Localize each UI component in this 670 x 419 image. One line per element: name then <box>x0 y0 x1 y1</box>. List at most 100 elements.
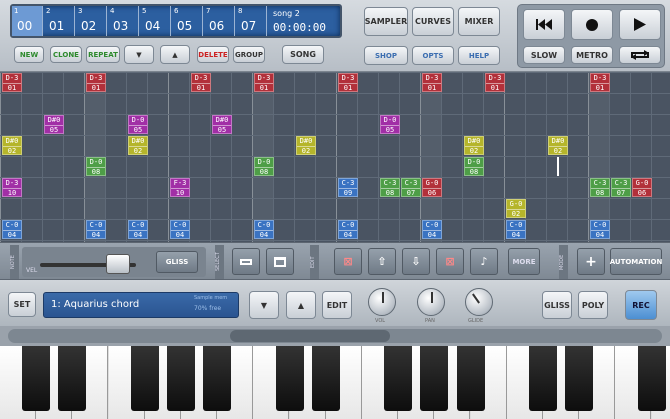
instrument-up-button[interactable]: ▲ <box>286 291 316 319</box>
set-button[interactable]: SET <box>8 292 36 317</box>
pattern-slot-3[interactable]: 3 02 <box>76 6 107 36</box>
keyboard-scroll-strip[interactable] <box>0 326 670 346</box>
volume-knob[interactable] <box>368 288 396 316</box>
note-cell[interactable]: D-0 08 <box>254 157 274 176</box>
pattern-slot-6[interactable]: 6 05 <box>172 6 203 36</box>
black-key[interactable] <box>130 346 159 411</box>
note-cell[interactable]: D#0 02 <box>128 136 148 155</box>
black-key[interactable] <box>384 346 413 411</box>
note-cell[interactable]: D#0 02 <box>464 136 484 155</box>
shop-button[interactable]: SHOP <box>364 46 408 65</box>
note-cell[interactable]: D-0 05 <box>128 115 148 134</box>
note-cell[interactable]: D-3 01 <box>590 73 610 92</box>
help-button[interactable]: HELP <box>458 46 500 65</box>
pattern-slot-5[interactable]: 5 04 <box>140 6 171 36</box>
black-key[interactable] <box>529 346 557 411</box>
note-cell[interactable]: C-3 07 <box>401 178 421 197</box>
delete-button[interactable]: DELETE <box>197 46 229 63</box>
slow-button[interactable]: SLOW <box>523 46 565 64</box>
black-key[interactable] <box>456 346 485 411</box>
automation-button[interactable]: AUTOMATION <box>610 248 662 275</box>
black-key[interactable] <box>311 346 340 411</box>
pattern-slot-4[interactable]: 4 03 <box>108 6 139 36</box>
note-cell[interactable]: D#0 02 <box>2 136 22 155</box>
note-cell[interactable]: C-0 04 <box>170 220 190 239</box>
select-all-button[interactable] <box>266 248 294 275</box>
note-cell[interactable]: C-0 04 <box>86 220 106 239</box>
note-cell[interactable]: D#0 02 <box>548 136 568 155</box>
pattern-slot-7[interactable]: 7 06 <box>204 6 235 36</box>
rewind-button[interactable] <box>523 9 565 40</box>
note-cell[interactable]: D-3 01 <box>338 73 358 92</box>
note-cell[interactable]: D-3 01 <box>86 73 106 92</box>
copy-button[interactable]: ⇧ <box>368 248 396 275</box>
note-cell[interactable]: C-0 04 <box>506 220 526 239</box>
note-cell[interactable]: D-3 01 <box>422 73 442 92</box>
gliss-toggle[interactable]: GLISS <box>156 251 198 273</box>
select-row-button[interactable] <box>232 248 260 275</box>
black-key[interactable] <box>637 346 666 411</box>
note-cell[interactable]: C-3 09 <box>338 178 358 197</box>
note-cell[interactable]: G-0 06 <box>422 178 442 197</box>
more-button[interactable]: MORE <box>508 248 540 275</box>
move-down-button[interactable]: ▼ <box>124 45 154 64</box>
black-key[interactable] <box>565 346 594 411</box>
note-cell[interactable]: G-0 06 <box>632 178 652 197</box>
note-cell[interactable]: C-0 04 <box>128 220 148 239</box>
note-cell[interactable]: D#0 02 <box>296 136 316 155</box>
mixer-button[interactable]: MIXER <box>458 7 500 36</box>
note-cell[interactable]: C-0 04 <box>422 220 442 239</box>
black-key[interactable] <box>420 346 449 411</box>
metro-button[interactable]: METRO <box>571 46 613 64</box>
glide-knob[interactable] <box>465 288 493 316</box>
repeat-button[interactable]: REPEAT <box>86 46 120 63</box>
note-cell[interactable]: D#0 05 <box>44 115 64 134</box>
song-button[interactable]: SONG <box>282 45 324 64</box>
instrument-selector[interactable]: 1: Aquarius chord Sample mem 70% free <box>43 292 239 318</box>
cut-button[interactable]: ⊠ <box>334 248 362 275</box>
note-cell[interactable]: C-3 07 <box>611 178 631 197</box>
pan-knob[interactable] <box>417 288 445 316</box>
black-key[interactable] <box>22 346 51 411</box>
curves-button[interactable]: CURVES <box>412 7 454 36</box>
instrument-down-button[interactable]: ▼ <box>249 291 279 319</box>
stop-button[interactable] <box>571 9 613 40</box>
note-cell[interactable]: C-3 08 <box>590 178 610 197</box>
record-button[interactable]: REC <box>625 290 657 320</box>
group-button[interactable]: GROUP <box>233 46 265 63</box>
opts-button[interactable]: OPTS <box>412 46 454 65</box>
play-button[interactable] <box>619 9 661 40</box>
note-cell[interactable]: D-3 01 <box>191 73 211 92</box>
pattern-slot-8[interactable]: 8 07 <box>236 6 267 36</box>
note-cell[interactable]: D-3 01 <box>254 73 274 92</box>
note-cell[interactable]: G-0 02 <box>506 199 526 218</box>
note-cell[interactable]: C-0 04 <box>2 220 22 239</box>
note-cell[interactable]: D-0 08 <box>464 157 484 176</box>
velocity-slider-handle[interactable] <box>106 254 130 274</box>
note-cell[interactable]: C-0 04 <box>590 220 610 239</box>
pattern-slot-2[interactable]: 2 01 <box>44 6 75 36</box>
note-cell[interactable]: C-0 04 <box>338 220 358 239</box>
note-cell[interactable]: D-3 10 <box>2 178 22 197</box>
black-key[interactable] <box>167 346 195 411</box>
note-cell[interactable]: D-3 01 <box>485 73 505 92</box>
sequencer-grid[interactable]: D-3 01 D-3 01 D-3 01 D-3 01 D-3 01 D-3 01 D-3 0… <box>0 72 670 242</box>
pattern-slot-1[interactable]: 1 00 <box>12 6 43 36</box>
move-up-button[interactable]: ▲ <box>160 45 190 64</box>
note-cell[interactable]: C-3 08 <box>380 178 400 197</box>
paste-button[interactable]: ⇩ <box>402 248 430 275</box>
sampler-button[interactable]: SAMPLER <box>364 7 408 36</box>
black-key[interactable] <box>58 346 87 411</box>
black-key[interactable] <box>203 346 232 411</box>
note-cell[interactable]: D#0 05 <box>212 115 232 134</box>
transpose-button[interactable]: ♪ <box>470 248 498 275</box>
black-key[interactable] <box>275 346 304 411</box>
note-cell[interactable]: D-0 05 <box>380 115 400 134</box>
poly-button[interactable]: POLY <box>578 291 608 319</box>
note-cell[interactable]: F-3 10 <box>170 178 190 197</box>
note-cell[interactable]: D-0 08 <box>86 157 106 176</box>
note-cell[interactable]: D-3 01 <box>2 73 22 92</box>
instrument-edit-button[interactable]: EDIT <box>322 291 352 319</box>
scroll-thumb[interactable] <box>230 330 390 342</box>
clone-button[interactable]: CLONE <box>50 46 82 63</box>
